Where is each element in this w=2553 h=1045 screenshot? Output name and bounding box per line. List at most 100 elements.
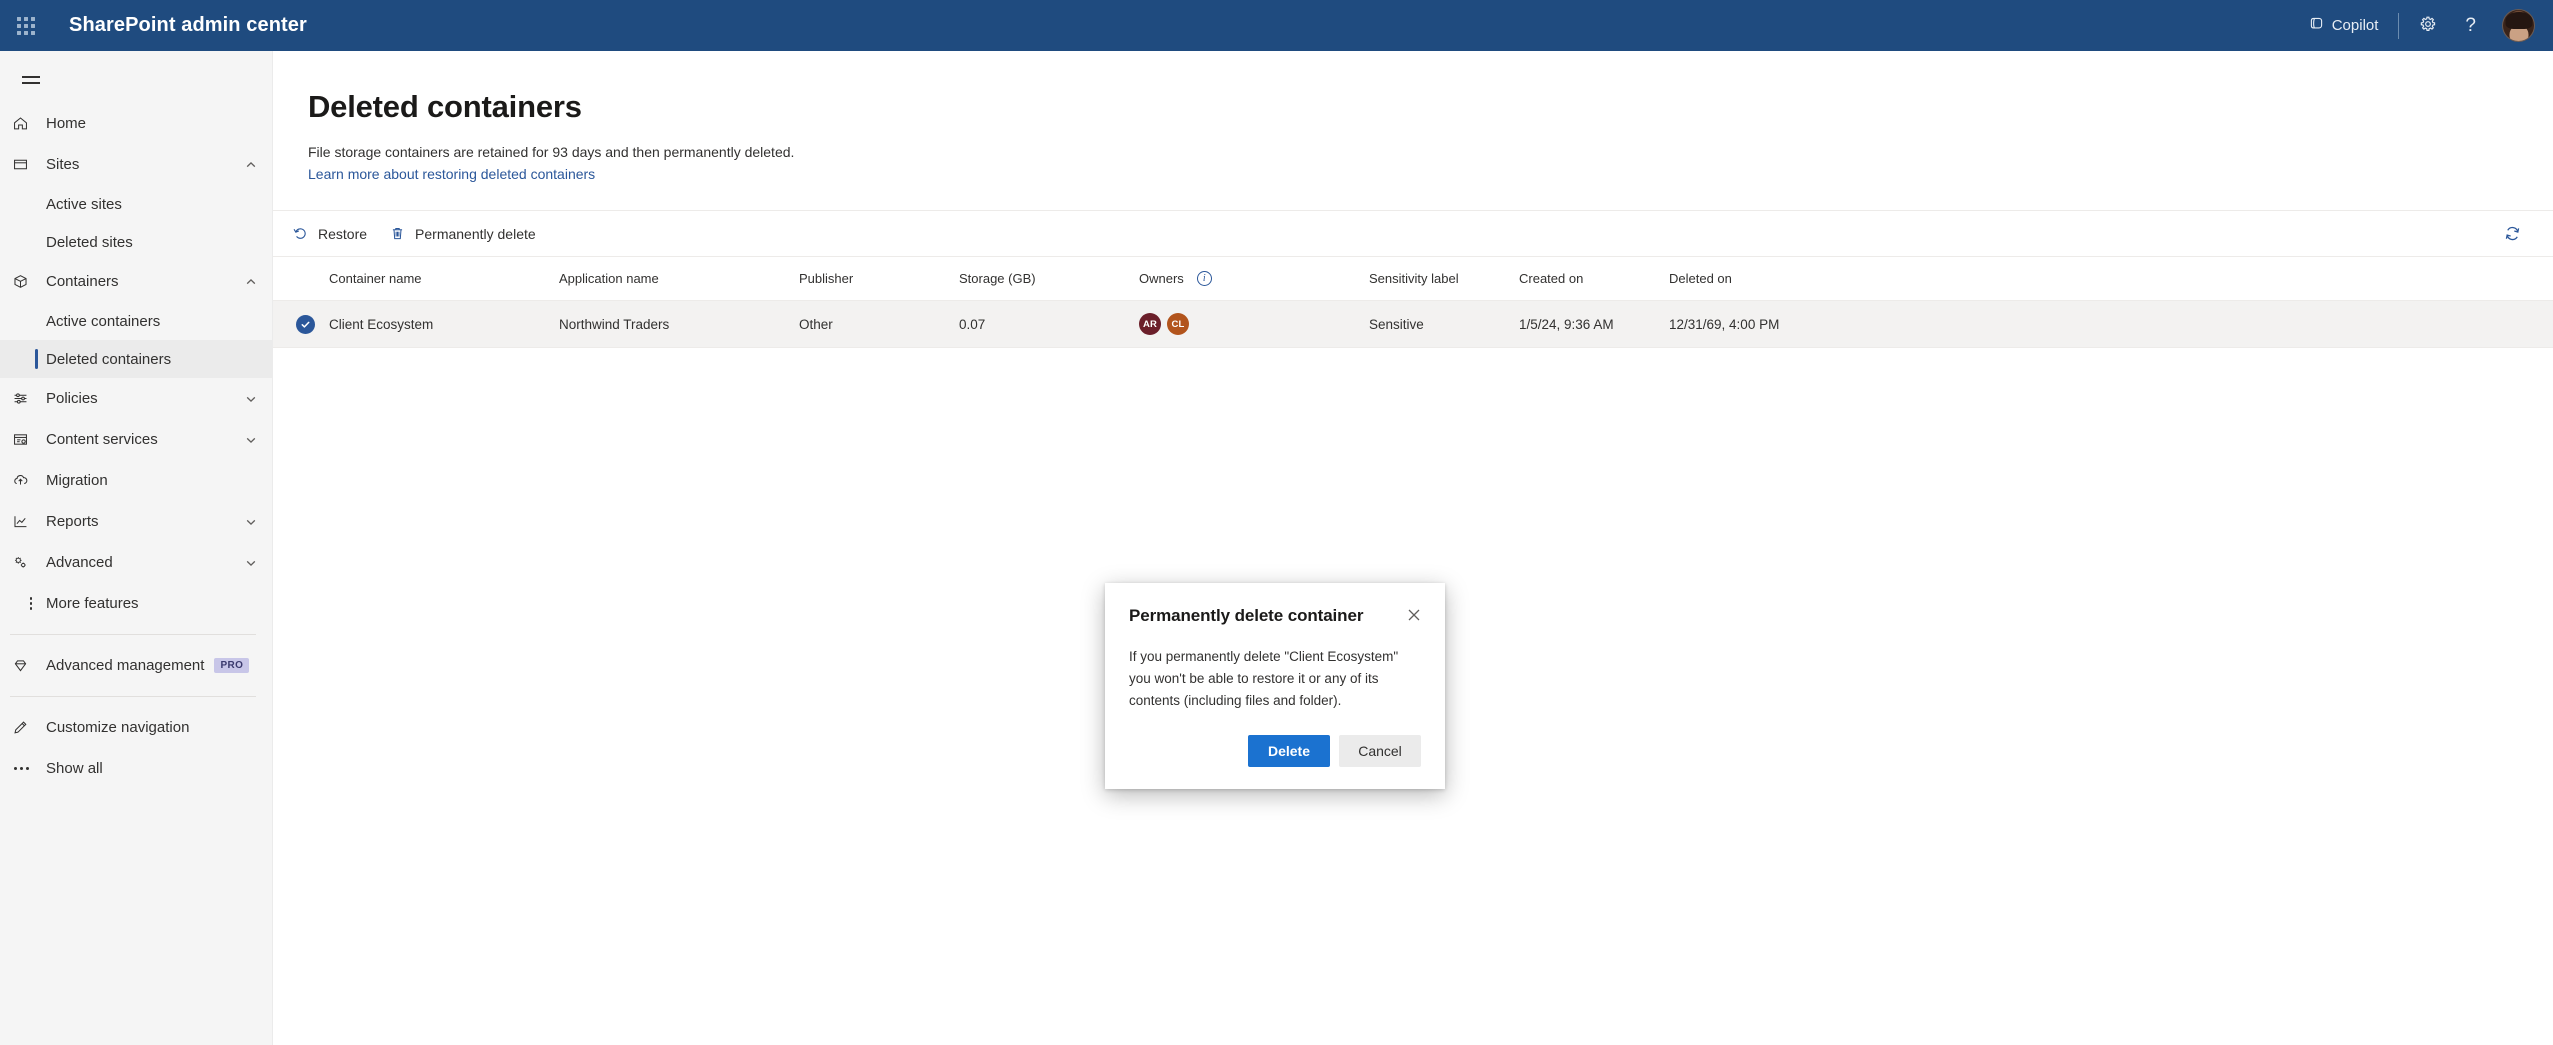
info-icon[interactable]: i — [1196, 271, 1212, 287]
column-header-publisher[interactable]: Publisher — [799, 271, 959, 286]
permanently-delete-button[interactable]: Permanently delete — [378, 215, 547, 252]
sidebar-item-more-features[interactable]: More features — [0, 583, 272, 624]
command-bar: Restore Permanently delete — [273, 210, 2553, 258]
containers-icon — [12, 273, 46, 290]
restore-button[interactable]: Restore — [281, 215, 378, 252]
learn-more-link[interactable]: Learn more about restoring deleted conta… — [308, 166, 595, 182]
cell-container-name[interactable]: Client Ecosystem — [329, 317, 559, 332]
sidebar-item-label: Migration — [46, 472, 108, 489]
sidebar-item-label: Show all — [46, 760, 103, 777]
home-icon — [12, 115, 46, 132]
pro-badge: PRO — [214, 658, 250, 673]
pencil-icon — [12, 719, 46, 736]
page-description: File storage containers are retained for… — [308, 144, 795, 160]
sidebar-group-policies[interactable]: Policies — [0, 378, 272, 419]
restore-label: Restore — [318, 225, 368, 242]
help-button[interactable]: ? — [2451, 0, 2490, 51]
sidebar-item-label: Deleted sites — [46, 233, 133, 251]
sidebar-item-label: Active sites — [46, 195, 122, 213]
checkbox-checked-icon — [295, 314, 315, 334]
sidebar-item-label: Home — [46, 115, 87, 132]
app-launcher-icon[interactable] — [0, 0, 51, 51]
ellipsis-icon — [12, 767, 46, 770]
dialog-actions: Delete Cancel — [1129, 735, 1421, 767]
avatar[interactable]: CL — [1167, 313, 1189, 336]
cancel-button[interactable]: Cancel — [1339, 735, 1421, 767]
policies-icon — [12, 390, 46, 407]
refresh-button[interactable] — [2494, 215, 2531, 252]
sidebar-group-reports[interactable]: Reports — [0, 501, 272, 542]
permanently-delete-dialog: Permanently delete container If you perm… — [1105, 583, 1445, 789]
column-header-owners[interactable]: Owners i — [1139, 271, 1369, 287]
trash-icon — [389, 225, 406, 242]
cell-application-name: Northwind Traders — [559, 316, 670, 332]
sidebar-item-label: Advanced — [46, 554, 113, 571]
nav-divider-1 — [10, 634, 256, 635]
chevron-down-icon — [244, 515, 258, 529]
advanced-icon — [12, 554, 46, 571]
sidebar-item-deleted-sites[interactable]: Deleted sites — [0, 223, 272, 261]
sidebar-item-label: Content services — [46, 431, 158, 448]
nav-divider-2 — [10, 696, 256, 697]
sidebar-group-containers[interactable]: Containers — [0, 261, 272, 302]
dialog-title: Permanently delete container — [1129, 606, 1364, 625]
column-header-storage[interactable]: Storage (GB) — [959, 271, 1139, 286]
sidebar-item-label: Deleted containers — [46, 350, 172, 368]
cell-deleted-on: 12/31/69, 4:00 PM — [1669, 316, 1780, 332]
table-header-row: Container name Application name Publishe… — [273, 257, 2553, 302]
chevron-down-icon — [244, 556, 258, 570]
column-header-sensitivity-label[interactable]: Sensitivity label — [1369, 271, 1519, 286]
chevron-down-icon — [244, 392, 258, 406]
sidebar-item-label: Advanced management — [46, 657, 205, 674]
table-row[interactable]: Client Ecosystem Northwind Traders Other… — [273, 301, 2553, 349]
sidebar-item-home[interactable]: Home — [0, 103, 272, 144]
sidebar-item-label: Policies — [46, 390, 98, 407]
dialog-body-text: If you permanently delete "Client Ecosys… — [1129, 649, 1399, 708]
waffle-grid — [16, 16, 35, 35]
column-header-owners-label: Owners — [1139, 271, 1184, 287]
column-header-deleted-on[interactable]: Deleted on — [1669, 271, 1869, 286]
column-header-created-on[interactable]: Created on — [1519, 271, 1669, 286]
column-header-application-name[interactable]: Application name — [559, 271, 799, 286]
copilot-button[interactable]: Copilot — [2294, 0, 2393, 51]
dialog-header: Permanently delete container — [1129, 605, 1421, 628]
sidebar-group-sites[interactable]: Sites — [0, 144, 272, 185]
delete-button[interactable]: Delete — [1248, 735, 1330, 767]
close-icon[interactable] — [1401, 602, 1427, 628]
row-checkbox[interactable] — [281, 314, 329, 334]
migration-icon — [12, 472, 46, 489]
sidebar-item-migration[interactable]: Migration — [0, 460, 272, 501]
more-features-icon — [12, 597, 46, 610]
cell-owners: AR CL — [1139, 313, 1369, 336]
sidebar-item-label: Sites — [46, 156, 80, 173]
sidebar-item-deleted-containers[interactable]: Deleted containers — [0, 340, 272, 378]
account-avatar[interactable] — [2502, 9, 2535, 42]
sidebar-item-customize-navigation[interactable]: Customize navigation — [0, 707, 272, 748]
gear-icon — [2419, 15, 2437, 37]
content-services-icon — [12, 431, 46, 448]
chevron-up-icon — [244, 275, 258, 289]
containers-table: Container name Application name Publishe… — [273, 257, 2553, 349]
sidebar-group-content-services[interactable]: Content services — [0, 419, 272, 460]
cell-publisher: Other — [799, 316, 833, 332]
sidebar-item-label: More features — [46, 595, 139, 612]
avatar[interactable]: AR — [1139, 313, 1161, 336]
page-header: Deleted containers File storage containe… — [273, 51, 2553, 184]
sidebar-item-advanced-management[interactable]: Advanced management PRO — [0, 645, 272, 686]
sidebar-item-active-sites[interactable]: Active sites — [0, 185, 272, 223]
restore-icon — [292, 225, 309, 242]
settings-button[interactable] — [2405, 0, 2451, 51]
sidebar-group-advanced[interactable]: Advanced — [0, 542, 272, 583]
suite-divider — [2398, 12, 2400, 39]
sidebar-item-show-all[interactable]: Show all — [0, 748, 272, 789]
sidebar-item-active-containers[interactable]: Active containers — [0, 302, 272, 340]
chevron-up-icon — [244, 158, 258, 172]
refresh-icon — [2505, 227, 2520, 241]
copilot-label: Copilot — [2331, 17, 2379, 34]
suite-title: SharePoint admin center — [69, 14, 307, 36]
sidebar-item-label: Reports — [46, 513, 99, 530]
reports-icon — [12, 513, 46, 530]
column-header-container-name[interactable]: Container name — [329, 271, 559, 286]
nav-toggle-button[interactable] — [8, 57, 54, 103]
suite-bar: SharePoint admin center Copilot ? — [0, 0, 2553, 51]
